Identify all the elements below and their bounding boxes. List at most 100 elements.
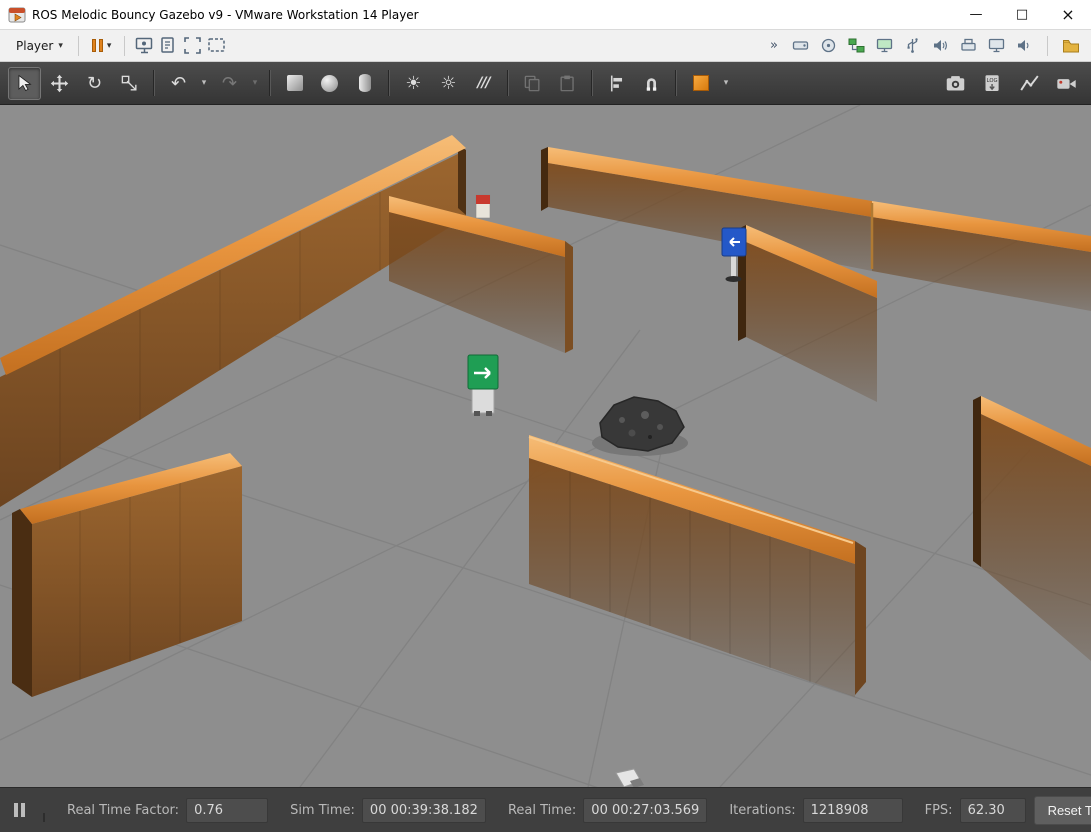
vm-pause-button[interactable]: ▾: [86, 36, 118, 55]
plot-icon: [1019, 73, 1040, 94]
cd-rom-icon: [820, 37, 837, 54]
real-time-label: Real Time:: [508, 803, 576, 818]
align-tool-button[interactable]: [600, 67, 633, 100]
svg-text:LOG: LOG: [987, 78, 998, 84]
second-display-status[interactable]: [984, 34, 1008, 58]
iterations-value: 1218908: [803, 798, 903, 823]
fullscreen-button[interactable]: [180, 34, 204, 58]
chevron-down-icon: ▾: [202, 78, 207, 88]
separator: [153, 70, 155, 96]
speaker-icon: [932, 37, 949, 54]
insert-box-button[interactable]: [278, 67, 311, 100]
select-tool-button[interactable]: [8, 67, 41, 100]
view-cube-icon: [693, 75, 709, 91]
sim-time-label: Sim Time:: [290, 803, 355, 818]
window-frame-icon: [207, 36, 226, 55]
vmware-toolbar: Player ▾ ▾: [0, 30, 1091, 62]
cylinder-icon: [359, 74, 371, 92]
screenshot-button[interactable]: [939, 67, 972, 100]
sound-status[interactable]: [928, 34, 952, 58]
view-angle-button[interactable]: [684, 67, 717, 100]
send-ctrl-alt-del-button[interactable]: [132, 34, 156, 58]
window-title: ROS Melodic Bouncy Gazebo v9 - VMware Wo…: [32, 8, 419, 22]
minimize-button[interactable]: —: [953, 0, 999, 29]
reset-time-button[interactable]: Reset Time: [1034, 796, 1091, 825]
traffic-sign-red[interactable]: [476, 195, 490, 218]
insert-point-light-button[interactable]: ☀: [397, 67, 430, 100]
network-icon: [848, 37, 865, 54]
title-bar: ROS Melodic Bouncy Gazebo v9 - VMware Wo…: [0, 0, 1091, 30]
sim-pause-button[interactable]: [10, 799, 29, 821]
separator: [1047, 36, 1048, 56]
undo-history-button[interactable]: ▾: [197, 67, 211, 100]
monitor-key-icon: [135, 36, 154, 55]
folder-icon: [1062, 37, 1080, 55]
box-icon: [287, 75, 303, 91]
maximize-button[interactable]: □: [999, 0, 1045, 29]
separator: [507, 70, 509, 96]
sim-step-button[interactable]: [43, 813, 45, 822]
snapshot-button[interactable]: [156, 34, 180, 58]
scale-tool-button[interactable]: [113, 67, 146, 100]
view-angle-dropdown[interactable]: ▾: [719, 67, 733, 100]
snap-tool-button[interactable]: [635, 67, 668, 100]
vmware-window: ROS Melodic Bouncy Gazebo v9 - VMware Wo…: [0, 0, 1091, 832]
chevron-down-icon: ▾: [107, 41, 112, 51]
sphere-icon: [321, 75, 338, 92]
vm-library-button[interactable]: [1059, 34, 1083, 58]
display-status[interactable]: [872, 34, 896, 58]
move-icon: [50, 74, 69, 93]
redo-button[interactable]: ↷: [213, 67, 246, 100]
rotate-tool-button[interactable]: ↻: [78, 67, 111, 100]
video-recording-button[interactable]: [1050, 67, 1083, 100]
usb-icon: [904, 37, 921, 54]
real-time-factor-value: 0.76: [186, 798, 268, 823]
player-menu[interactable]: Player ▾: [8, 35, 71, 57]
paste-button[interactable]: [551, 67, 584, 100]
toolbar-overflow-chevron[interactable]: »: [764, 38, 784, 53]
app-icon: [8, 6, 26, 24]
insert-spot-light-button[interactable]: ☼: [432, 67, 465, 100]
plot-window-button[interactable]: [1013, 67, 1046, 100]
log-recording-button[interactable]: LOG: [976, 67, 1009, 100]
scene: [0, 105, 1091, 787]
page-arrow-icon: [159, 36, 178, 55]
gazebo-toolbar: ↻ ↶ ▾ ↷ ▾ ☀: [0, 62, 1091, 105]
cd-rom-status[interactable]: [816, 34, 840, 58]
redo-icon: ↷: [222, 73, 237, 94]
gazebo-3d-viewport[interactable]: [0, 105, 1091, 787]
printer-status[interactable]: [956, 34, 980, 58]
network-adapter-status[interactable]: [844, 34, 868, 58]
fullscreen-icon: [183, 36, 202, 55]
sim-time-value: 00 00:39:38.182: [362, 798, 486, 823]
traffic-sign-green[interactable]: [468, 355, 498, 416]
directional-light-icon: ///: [477, 75, 489, 91]
insert-cylinder-button[interactable]: [348, 67, 381, 100]
separator: [124, 36, 125, 56]
fps-value: 62.30: [960, 798, 1026, 823]
unity-mode-button[interactable]: [204, 34, 228, 58]
copy-button[interactable]: [516, 67, 549, 100]
insert-directional-light-button[interactable]: ///: [467, 67, 500, 100]
translate-tool-button[interactable]: [43, 67, 76, 100]
scale-icon: [120, 74, 139, 93]
second-sound-status[interactable]: [1012, 34, 1036, 58]
pause-icon: [92, 39, 103, 52]
fps-label: FPS:: [925, 803, 953, 818]
separator: [388, 70, 390, 96]
close-button[interactable]: ×: [1045, 0, 1091, 29]
video-camera-icon: [1056, 73, 1077, 94]
display-icon: [988, 37, 1005, 54]
separator: [78, 36, 79, 56]
display-icon: [876, 37, 893, 54]
hard-disk-status[interactable]: [788, 34, 812, 58]
insert-sphere-button[interactable]: [313, 67, 346, 100]
usb-status[interactable]: [900, 34, 924, 58]
redo-history-button[interactable]: ▾: [248, 67, 262, 100]
undo-button[interactable]: ↶: [162, 67, 195, 100]
separator: [269, 70, 271, 96]
cursor-arrow-icon: [15, 74, 34, 93]
real-time-value: 00 00:27:03.569: [583, 798, 707, 823]
separator: [675, 70, 677, 96]
point-light-icon: ☀: [405, 73, 421, 94]
